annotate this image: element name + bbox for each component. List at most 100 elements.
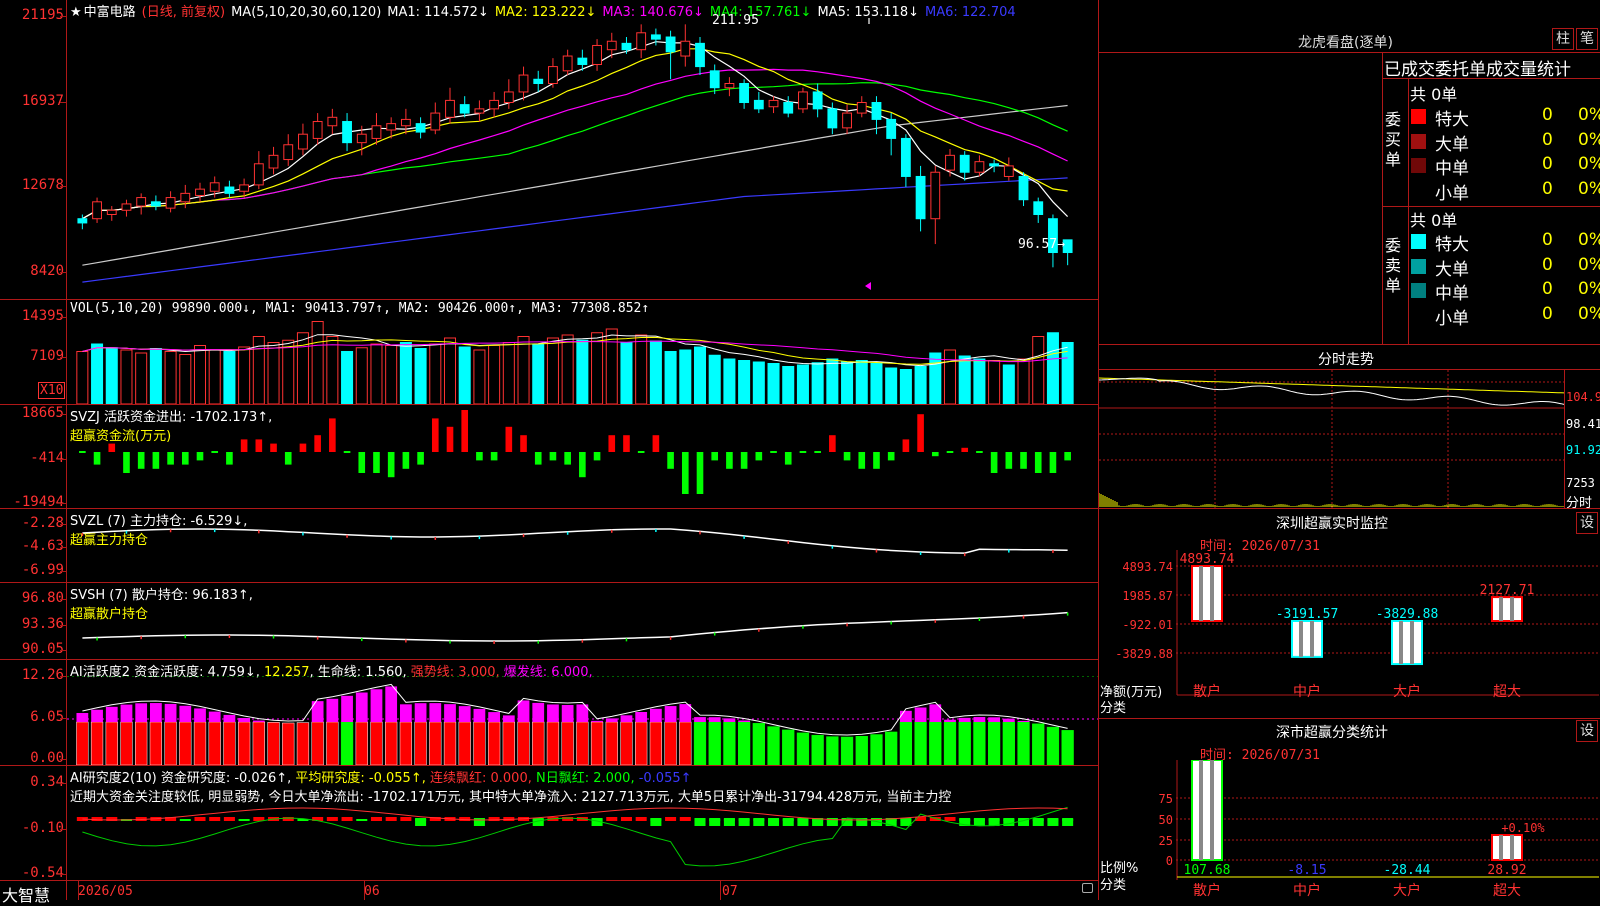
volume-bar: [282, 339, 295, 404]
candle: [959, 154, 970, 173]
market-stats-chart[interactable]: 75 50 25 0 107.68 散户 -8.15 中户 -28.44 大户 28.92 超大 +0.…: [1099, 760, 1599, 900]
y-tick: [60, 783, 67, 784]
y-tick: [60, 571, 67, 572]
flow-bar: [373, 452, 380, 473]
header-part: AI研究度2(10) 资金研究度: -0.026↑,: [70, 771, 296, 786]
x-tick: [364, 880, 365, 900]
sz-bar-shade: [1499, 597, 1503, 621]
y-axis-label: -414: [30, 450, 64, 466]
divider: [1382, 52, 1383, 344]
divider: [1564, 370, 1565, 508]
market-axis-cat: 分类: [1100, 878, 1127, 893]
panel-divider: [0, 765, 1098, 766]
activity-bar: [90, 721, 104, 765]
volume-bar: [796, 364, 809, 404]
ai-research-chart[interactable]: [67, 800, 1098, 880]
capital-flow-chart[interactable]: [67, 405, 1098, 508]
candle: [180, 192, 191, 203]
volume-bar: [782, 366, 795, 404]
volume-chart[interactable]: [67, 316, 1098, 404]
order-type-label: 大单: [1435, 134, 1469, 155]
sz-y-label: 4893.74: [1122, 560, 1173, 574]
research-bar: [473, 818, 485, 826]
y-axis-label: 96.80: [21, 590, 64, 606]
sz-monitor-chart[interactable]: 4893.74 1985.87 -922.01 -3829.88 4893.74 散户 -3…: [1099, 550, 1599, 715]
candle: [695, 42, 705, 68]
order-count: 0: [1542, 178, 1553, 199]
retail-holding-chart[interactable]: [67, 583, 1098, 659]
activity-bar-top: [400, 704, 412, 722]
research-bar: [797, 818, 809, 826]
flow-bar: [1020, 452, 1027, 469]
legend-swatch: [1411, 258, 1426, 274]
candle: [386, 123, 397, 131]
volume-bar: [855, 360, 868, 404]
activity-bar: [487, 721, 501, 765]
activity-bar-top: [973, 717, 986, 722]
activity-bar-top: [370, 689, 383, 722]
activity-bar: [458, 721, 471, 765]
y-axis-label: 0.34: [30, 774, 64, 790]
flow-bar: [211, 451, 219, 453]
activity-bar-top: [1002, 718, 1015, 722]
activity-bar-top: [223, 714, 236, 722]
market-bar: [1491, 834, 1523, 861]
candle: [209, 182, 220, 192]
sz-settings-button[interactable]: 设: [1576, 512, 1598, 534]
market-value-label: 107.68: [1184, 863, 1231, 878]
flow-bar: [887, 452, 895, 461]
candle: [930, 171, 941, 220]
vol-header-text: VOL(5,10,20) 99890.000↓, MA1: 90413.797↑…: [70, 301, 650, 316]
y-axis-label: 7109: [30, 348, 64, 364]
candle: [798, 91, 808, 110]
order-count: 0: [1542, 279, 1553, 299]
x-label-july: 07: [722, 884, 738, 899]
y-tick: [60, 186, 67, 187]
flow-bar: [505, 426, 513, 452]
activity-bar-top: [164, 703, 177, 722]
flow-bar: [726, 452, 733, 469]
order-pct: 0%: [1578, 230, 1600, 250]
y-axis-label: 12.26: [21, 667, 64, 683]
order-type-label: 中单: [1435, 284, 1469, 304]
order-pct: 0%: [1578, 154, 1600, 174]
volume-bar: [370, 343, 383, 404]
flow-bar: [417, 452, 424, 465]
flow-bar: [431, 418, 439, 452]
intraday-chart[interactable]: [1099, 370, 1565, 508]
research-bar: [356, 819, 368, 821]
market-settings-button[interactable]: 设: [1576, 720, 1598, 742]
bar-view-button[interactable]: 柱: [1552, 28, 1574, 50]
activity-bar-top: [355, 692, 368, 722]
tick-view-button[interactable]: 笔: [1576, 28, 1598, 50]
main-holding-chart[interactable]: [67, 509, 1098, 582]
y-axis-label: 90.05: [21, 641, 64, 657]
candle: [136, 197, 147, 207]
research-bar: [709, 818, 721, 826]
order-count: 0: [1542, 303, 1553, 324]
order-type-label: 大单: [1435, 259, 1469, 280]
volume-bar: [414, 348, 427, 404]
activity-bar: [914, 721, 927, 765]
volume-bar: [91, 343, 104, 404]
lock-icon[interactable]: [1082, 883, 1093, 893]
research-bar: [694, 818, 706, 826]
candlestick-chart[interactable]: [67, 18, 1098, 299]
market-value-label: 28.92: [1487, 863, 1526, 878]
flow-bar: [314, 435, 321, 452]
market-y-label: 0: [1166, 854, 1173, 868]
research-bar: [209, 817, 221, 821]
activity-bar: [987, 721, 1001, 765]
legend-swatch: [1411, 133, 1426, 149]
activity-bar-top: [900, 710, 912, 722]
flow-bar: [108, 443, 116, 452]
market-category-label: 中户: [1293, 882, 1321, 899]
candle: [415, 123, 426, 133]
x-label-may: 2026/05: [78, 884, 133, 899]
activity-bar: [179, 721, 192, 765]
market-extra-label: +0.10%: [1501, 821, 1545, 835]
volume-bar: [708, 354, 721, 404]
activity-bar: [326, 721, 339, 765]
ai-activity-chart[interactable]: [67, 676, 1098, 765]
intraday-label-low: 91.92: [1566, 443, 1600, 457]
